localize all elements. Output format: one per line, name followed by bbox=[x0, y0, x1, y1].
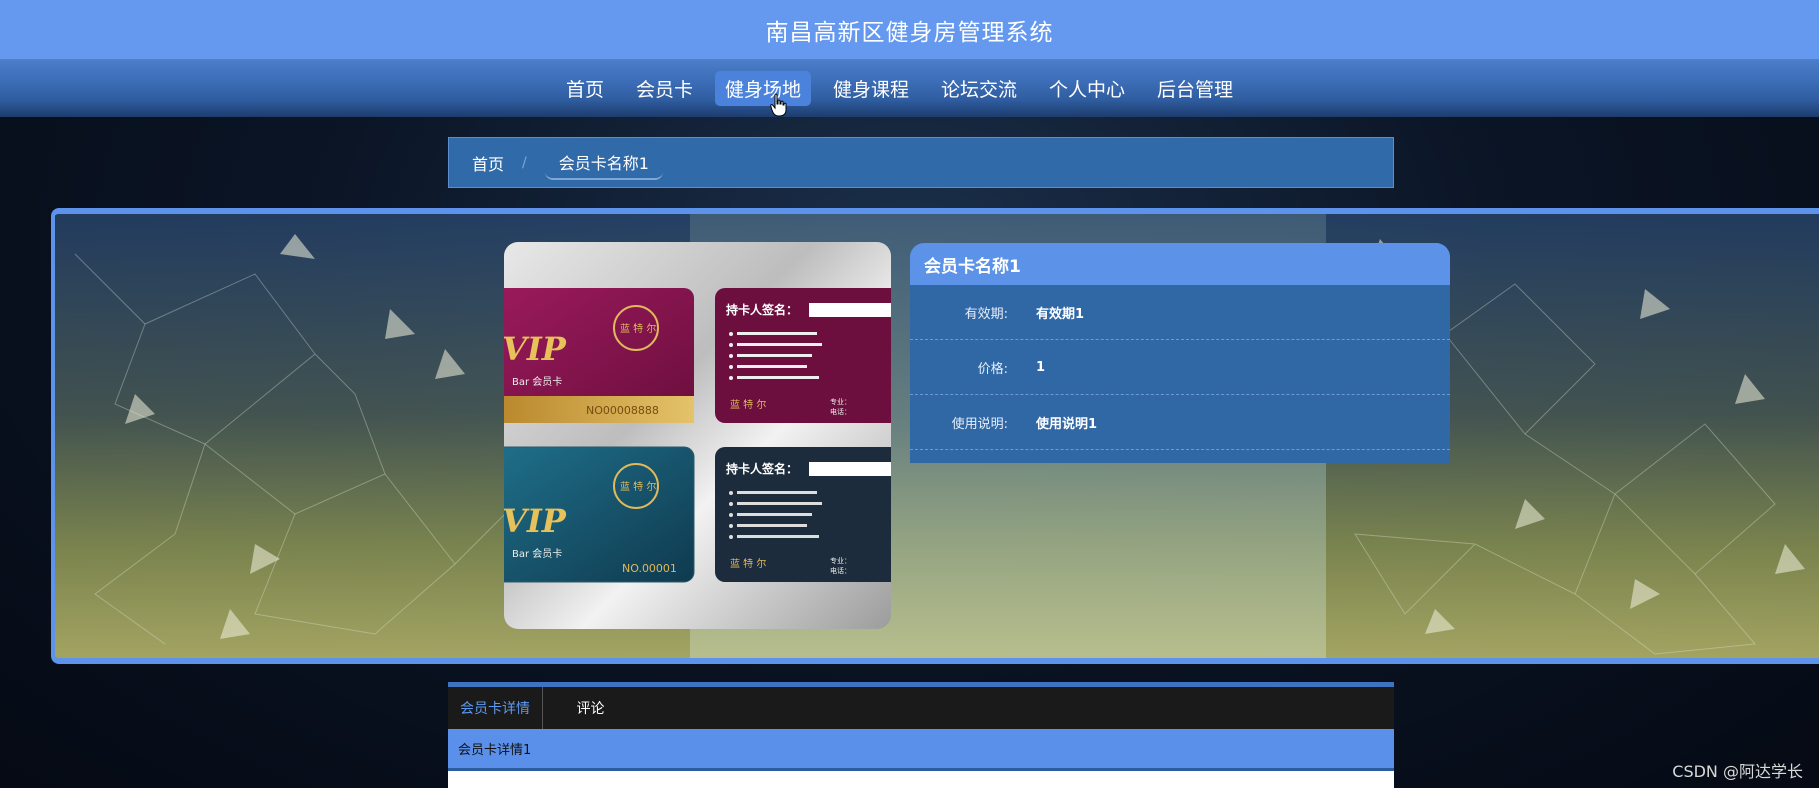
nav-item-forum[interactable]: 论坛交流 bbox=[931, 71, 1027, 106]
instructions-label: 使用说明: bbox=[951, 416, 1008, 432]
breadcrumb: 首页 / 会员卡名称1 bbox=[448, 137, 1394, 188]
svg-text:持卡人签名：: 持卡人签名： bbox=[726, 461, 798, 476]
info-row-price: 价格: 1 bbox=[910, 340, 1450, 395]
tab-content: 会员卡详情1 bbox=[448, 729, 1394, 771]
card-title: 会员卡名称1 bbox=[910, 243, 1450, 285]
tab-comments[interactable]: 评论 bbox=[543, 687, 638, 729]
info-row-instructions: 使用说明: 使用说明1 bbox=[910, 395, 1450, 450]
svg-text:NO.00001: NO.00001 bbox=[622, 562, 677, 575]
svg-text:VIP: VIP bbox=[504, 502, 567, 540]
nav-item-membership-card[interactable]: 会员卡 bbox=[626, 71, 703, 106]
membership-card-image: VIP Bar 会员卡 NO00008888 蓝 特 尔 持卡人签名： 蓝 特 … bbox=[504, 242, 891, 629]
svg-text:蓝 特 尔: 蓝 特 尔 bbox=[620, 322, 656, 335]
svg-text:蓝 特 尔: 蓝 特 尔 bbox=[620, 480, 656, 493]
validity-label: 有效期: bbox=[964, 306, 1008, 322]
breadcrumb-separator: / bbox=[522, 154, 527, 171]
instructions-value: 使用说明1 bbox=[1036, 416, 1098, 432]
detail-tabs: 会员卡详情 评论 会员卡详情1 bbox=[448, 682, 1394, 788]
price-value: 1 bbox=[1036, 359, 1046, 375]
nav-item-admin[interactable]: 后台管理 bbox=[1147, 71, 1243, 106]
hand-cursor-icon bbox=[770, 93, 787, 117]
validity-value: 有效期1 bbox=[1036, 306, 1085, 322]
tabs-header: 会员卡详情 评论 bbox=[448, 687, 1394, 729]
breadcrumb-home-link[interactable]: 首页 bbox=[472, 151, 504, 175]
watermark: CSDN @阿达学长 bbox=[1672, 762, 1803, 781]
info-row-validity: 有效期: 有效期1 bbox=[910, 285, 1450, 340]
svg-text:电话：: 电话： bbox=[830, 407, 851, 416]
nav-item-home[interactable]: 首页 bbox=[556, 71, 614, 106]
svg-text:NO00008888: NO00008888 bbox=[586, 404, 659, 417]
tab-card-details[interactable]: 会员卡详情 bbox=[448, 687, 543, 729]
svg-text:专业：: 专业： bbox=[830, 397, 851, 406]
breadcrumb-current: 会员卡名称1 bbox=[544, 146, 663, 180]
svg-text:蓝 特 尔: 蓝 特 尔 bbox=[730, 398, 766, 411]
price-label: 价格: bbox=[977, 361, 1008, 377]
nav-item-gym-venue[interactable]: 健身场地 bbox=[714, 71, 811, 106]
svg-text:专业：: 专业： bbox=[830, 556, 851, 565]
svg-text:VIP: VIP bbox=[504, 330, 567, 368]
membership-card-graphic: VIP Bar 会员卡 NO00008888 蓝 特 尔 持卡人签名： 蓝 特 … bbox=[504, 288, 891, 583]
card-info-panel: 会员卡名称1 有效期: 有效期1 价格: 1 使用说明: 使用说明1 bbox=[910, 243, 1450, 463]
nav-item-personal-center[interactable]: 个人中心 bbox=[1039, 71, 1135, 106]
main-nav: 首页 会员卡 健身场地 健身课程 论坛交流 个人中心 后台管理 bbox=[0, 60, 1819, 117]
site-header: 南昌高新区健身房管理系统 bbox=[0, 0, 1819, 60]
svg-text:持卡人签名：: 持卡人签名： bbox=[726, 302, 798, 317]
svg-text:Bar 会员卡: Bar 会员卡 bbox=[512, 375, 562, 388]
nav-item-fitness-course[interactable]: 健身课程 bbox=[823, 71, 919, 106]
site-title: 南昌高新区健身房管理系统 bbox=[765, 19, 1054, 46]
svg-text:蓝 特 尔: 蓝 特 尔 bbox=[730, 557, 766, 570]
svg-text:电话：: 电话： bbox=[830, 566, 851, 575]
nav-list: 首页 会员卡 健身场地 健身课程 论坛交流 个人中心 后台管理 bbox=[556, 71, 1243, 106]
svg-text:Bar 会员卡: Bar 会员卡 bbox=[512, 547, 562, 560]
